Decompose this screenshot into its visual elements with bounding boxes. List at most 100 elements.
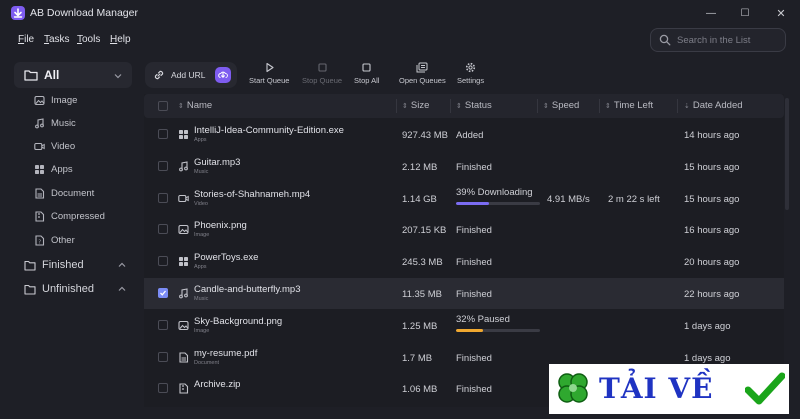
sidebar-item-other[interactable]: ? Other	[34, 231, 75, 249]
row-checkbox[interactable]	[158, 224, 168, 235]
menu-file[interactable]: File	[18, 34, 34, 45]
date-added: 22 hours ago	[684, 289, 740, 300]
table-row[interactable]: Stories-of-Shahnameh.mp4 Video 1.14 GB 39% …	[144, 183, 784, 214]
row-checkbox[interactable]	[158, 256, 168, 267]
image-icon	[178, 225, 189, 235]
column-header-time-left[interactable]: ⇕ Time Left	[605, 100, 653, 111]
file-name: IntelliJ-Idea-Community-Edition.exe	[194, 125, 344, 136]
start-queue-button[interactable]: Start Queue	[249, 62, 289, 90]
column-divider[interactable]	[450, 99, 451, 113]
sort-icon: ⇕	[178, 102, 184, 110]
row-checkbox[interactable]	[158, 288, 168, 298]
column-header-date-added[interactable]: ⇣ Date Added	[684, 100, 743, 111]
file-status: Finished	[456, 161, 492, 173]
file-category: Image	[194, 232, 210, 239]
sidebar-item-apps[interactable]: Apps	[34, 160, 73, 178]
stop-all-button[interactable]: Stop All	[354, 62, 379, 90]
maximize-icon: ☐	[740, 7, 750, 19]
minimize-button[interactable]: —	[700, 4, 722, 22]
downloads-table: ⇕ Name ⇕ Size ⇕ Status ⇕ Speed ⇕ Time Left ⇣ D…	[144, 94, 784, 407]
file-status: Finished	[456, 257, 492, 269]
menu-help[interactable]: Help	[110, 34, 131, 45]
file-name: PowerToys.exe	[194, 252, 259, 264]
file-name: Candle-and-butterfly.mp3	[194, 284, 301, 295]
chevron-up-icon	[118, 286, 126, 291]
column-divider[interactable]	[396, 99, 397, 113]
column-header-status[interactable]: ⇕ Status	[456, 100, 492, 111]
file-size: 245.3 MB	[402, 257, 443, 269]
cloud-download-icon	[218, 71, 228, 78]
document-icon	[179, 352, 189, 363]
row-checkbox[interactable]	[158, 319, 168, 330]
file-name: my-resume.pdf	[194, 347, 258, 359]
column-divider[interactable]	[537, 99, 538, 113]
file-name: Phoenix.png	[194, 220, 247, 232]
sidebar-item-image[interactable]: Image	[34, 91, 77, 109]
column-header-name[interactable]: ⇕ Name	[178, 100, 212, 111]
scrollbar[interactable]	[784, 94, 790, 214]
file-name: Stories-of-Shahnameh.mp4	[194, 188, 311, 200]
video-icon	[178, 194, 189, 202]
sidebar-item-all[interactable]: All	[14, 62, 132, 88]
app-logo-icon	[11, 6, 25, 20]
row-checkbox[interactable]	[158, 160, 168, 171]
file-name: Guitar.mp3	[194, 156, 241, 168]
stop-queue-button[interactable]: Stop Queue	[302, 62, 342, 90]
table-row[interactable]: PowerToys.exe Apps 245.3 MB Finished 20 hour…	[144, 246, 784, 277]
sidebar-item-document[interactable]: Document	[34, 184, 94, 202]
table-row[interactable]: Guitar.mp3 Music 2.12 MB Finished 15 hours a…	[144, 151, 784, 182]
date-added: 1 days ago	[684, 320, 731, 332]
row-checkbox[interactable]	[158, 351, 168, 362]
table-row[interactable]: IntelliJ-Idea-Community-Edition.exe Apps 9…	[144, 119, 784, 150]
compressed-icon	[179, 383, 189, 394]
svg-text:?: ?	[38, 239, 41, 245]
search-box[interactable]	[650, 28, 786, 52]
search-input[interactable]	[677, 34, 777, 46]
checkmark-icon	[745, 372, 785, 405]
row-checkbox[interactable]	[158, 383, 168, 394]
column-header-size[interactable]: ⇕ Size	[402, 100, 429, 111]
apps-icon	[179, 130, 188, 139]
column-header-speed[interactable]: ⇕ Speed	[543, 100, 579, 111]
row-checkbox[interactable]	[158, 192, 168, 203]
close-button[interactable]: ✕	[770, 4, 792, 22]
image-icon	[178, 320, 189, 330]
file-size: 1.25 MB	[402, 320, 438, 332]
open-queues-button[interactable]: Open Queues	[399, 62, 446, 90]
apps-icon	[35, 164, 44, 174]
sort-icon: ⇕	[402, 102, 408, 110]
maximize-button[interactable]: ☐	[734, 4, 756, 22]
select-all-checkbox[interactable]	[158, 101, 168, 111]
check-icon	[160, 290, 166, 296]
date-added: 15 hours ago	[684, 193, 740, 205]
table-row[interactable]: Sky-Background.png Image 1.25 MB 32% Paused…	[144, 310, 784, 341]
table-row[interactable]: Phoenix.png Image 207.15 KB Finished 16 hour…	[144, 214, 784, 245]
image-icon	[34, 95, 45, 105]
table-row[interactable]: Candle-and-butterfly.mp3 Music 11.35 MB Fin…	[144, 278, 784, 309]
file-status: 39% Downloading	[456, 186, 533, 198]
progress-bar	[456, 201, 540, 205]
menu-tools[interactable]: Tools	[77, 34, 100, 45]
file-status: Finished	[456, 225, 492, 237]
file-size: 1.06 MB	[402, 384, 438, 396]
sidebar-item-compressed[interactable]: Compressed	[34, 207, 105, 225]
sidebar-item-finished[interactable]: Finished	[24, 255, 132, 275]
file-size: 2.12 MB	[402, 161, 438, 173]
menu-tasks[interactable]: Tasks	[44, 34, 70, 45]
sidebar-item-unfinished[interactable]: Unfinished	[24, 279, 132, 299]
sidebar-item-video[interactable]: Video	[34, 137, 75, 155]
add-url-button[interactable]: Add URL	[145, 62, 237, 88]
progress-fill	[456, 328, 483, 332]
gear-icon	[465, 62, 476, 73]
progress-bar	[456, 328, 540, 332]
add-url-go-button[interactable]	[215, 67, 231, 83]
sidebar-item-music[interactable]: Music	[34, 114, 76, 132]
settings-button[interactable]: Settings	[457, 62, 484, 90]
row-checkbox[interactable]	[158, 129, 168, 139]
apps-icon	[179, 257, 188, 267]
app-title: AB Download Manager	[30, 7, 138, 19]
column-divider[interactable]	[677, 99, 678, 113]
folder-icon	[24, 70, 38, 81]
watermark-text: TẢI VỀ	[599, 372, 714, 405]
column-divider[interactable]	[599, 99, 600, 113]
